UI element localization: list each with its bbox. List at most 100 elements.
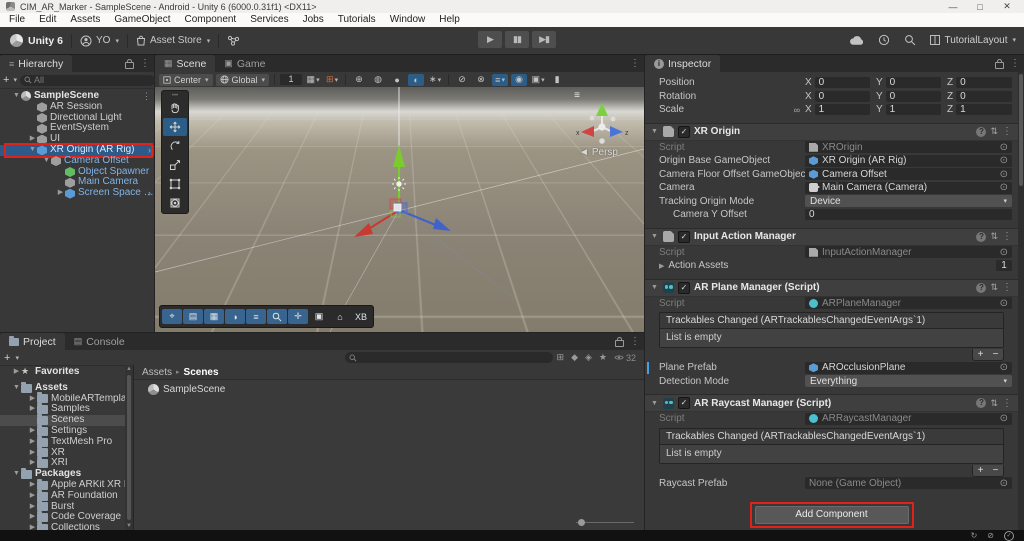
project-tree-item[interactable]: ▶ Apple ARKit XR Plugin bbox=[0, 478, 133, 491]
camera-field[interactable]: Main Camera (Camera) ⊙ bbox=[805, 181, 1012, 194]
project-tree-item[interactable]: ▶ XRI bbox=[0, 457, 133, 469]
tab-hierarchy[interactable]: ≡ Hierarchy bbox=[0, 55, 73, 72]
hierarchy-item[interactable]: ▼ XR Origin (AR Rig) › bbox=[0, 143, 154, 158]
layout-dropdown[interactable]: TutorialLayout ▾ bbox=[930, 35, 1016, 46]
hierarchy-item[interactable]: EventSystem bbox=[0, 123, 154, 134]
nav-arrow-icon[interactable]: › bbox=[148, 145, 151, 156]
ar-raycast-manager-header[interactable]: ▼ ✓ AR Raycast Manager (Script) ? ⇅ ⋮ bbox=[645, 394, 1018, 412]
position-y-field[interactable]: 0 bbox=[885, 77, 941, 89]
scale-y-field[interactable]: 1 bbox=[885, 104, 941, 116]
foldout-icon[interactable]: ▼ bbox=[651, 233, 659, 240]
tool-handle-rotation-dropdown[interactable]: Global ▾ bbox=[215, 73, 270, 86]
shaded-wireframe-icon[interactable]: ⊕ bbox=[351, 74, 367, 86]
component-enabled-checkbox[interactable]: ✓ bbox=[678, 230, 690, 243]
project-search[interactable] bbox=[344, 351, 553, 364]
remove-event-button[interactable]: − bbox=[988, 465, 1003, 476]
menu-item[interactable]: Edit bbox=[32, 13, 63, 27]
foldout-icon[interactable]: ▶ bbox=[28, 437, 37, 448]
shaded-mode-icon[interactable]: ● bbox=[389, 74, 405, 86]
menu-item[interactable]: Jobs bbox=[296, 13, 331, 27]
presets-icon[interactable]: ⇅ bbox=[990, 126, 998, 137]
xr-build-button[interactable]: XB bbox=[351, 309, 371, 324]
scale-z-field[interactable]: 1 bbox=[956, 104, 1012, 116]
object-picker-icon[interactable]: ⊙ bbox=[1000, 362, 1008, 373]
project-tree-item[interactable]: ▶ MobileARTemplateAssets bbox=[0, 392, 133, 405]
foldout-icon[interactable]: ▼ bbox=[651, 400, 659, 407]
object-picker-icon[interactable]: ⊙ bbox=[1000, 169, 1008, 180]
scale-tool-button[interactable] bbox=[163, 156, 187, 174]
tab-project[interactable]: Project bbox=[0, 333, 65, 350]
nav-arrow-icon[interactable]: ⋮ bbox=[142, 91, 151, 102]
foldout-icon[interactable]: ▶ bbox=[28, 502, 37, 513]
project-tree-item[interactable]: ▶ TextMesh Pro bbox=[0, 435, 133, 448]
transform-tool-button[interactable] bbox=[163, 194, 187, 212]
tracking-origin-mode-dropdown[interactable]: Device ▾ bbox=[805, 195, 1012, 208]
foldout-icon[interactable]: ▼ bbox=[12, 383, 21, 394]
asset-zoom-slider[interactable] bbox=[576, 518, 634, 527]
help-icon[interactable]: ? bbox=[976, 282, 987, 293]
foldout-icon[interactable]: ▶ bbox=[28, 480, 37, 491]
origin-base-field[interactable]: XR Origin (AR Rig) ⊙ bbox=[805, 154, 1012, 167]
hierarchy-item[interactable]: Main Camera bbox=[0, 177, 154, 188]
help-icon[interactable]: ? bbox=[976, 231, 987, 242]
project-tree-item[interactable]: ▶ AR Foundation bbox=[0, 489, 133, 502]
hierarchy-item[interactable]: ▶ UI bbox=[0, 134, 154, 145]
history-icon[interactable] bbox=[878, 34, 890, 46]
play-button[interactable]: ▶ bbox=[478, 31, 502, 48]
object-picker-icon[interactable]: ⊙ bbox=[1000, 247, 1008, 258]
ar-plane-manager-header[interactable]: ▼ ✓ AR Plane Manager (Script) ? ⇅ ⋮ bbox=[645, 278, 1018, 297]
menu-item[interactable]: Tutorials bbox=[331, 13, 383, 27]
help-icon[interactable]: ? bbox=[976, 398, 987, 408]
gizmos-toggle-icon[interactable]: ▮ bbox=[549, 74, 565, 86]
remove-event-button[interactable]: − bbox=[988, 349, 1003, 360]
foldout-icon[interactable]: ▼ bbox=[12, 469, 21, 480]
scene-visibility-icon[interactable]: ◉ bbox=[511, 73, 528, 86]
foldout-icon[interactable]: ▶ bbox=[28, 134, 37, 145]
tool-handle-position-dropdown[interactable]: Center ▾ bbox=[159, 73, 213, 86]
input-action-manager-header[interactable]: ▼ ✓ Input Action Manager ? ⇅ ⋮ bbox=[645, 227, 1018, 246]
project-tree-item[interactable]: ▶ Burst bbox=[0, 500, 133, 513]
search-by-type-icon[interactable]: ◆ bbox=[571, 352, 578, 363]
maximize-button[interactable]: □ bbox=[969, 2, 991, 12]
action-assets-count-field[interactable]: 1 bbox=[996, 260, 1012, 272]
tree-scrollbar[interactable]: ▲ ▼ bbox=[125, 365, 133, 530]
add-event-button[interactable]: + bbox=[973, 465, 988, 476]
hierarchy-item[interactable]: Object Spawner bbox=[0, 167, 154, 178]
kebab-menu-icon[interactable]: ⋮ bbox=[1002, 126, 1012, 137]
project-tree-item[interactable]: ▼ Packages bbox=[0, 468, 133, 480]
object-picker-icon[interactable]: ⊙ bbox=[1000, 142, 1008, 153]
project-tree-item[interactable]: ▶ XR bbox=[0, 446, 133, 459]
asset-store-button[interactable]: Asset Store ▾ bbox=[136, 35, 210, 46]
hierarchy-item[interactable]: ▼ SampleScene ⋮ bbox=[0, 91, 154, 102]
rotate-tool-button[interactable] bbox=[163, 137, 187, 155]
lock-icon[interactable] bbox=[615, 336, 624, 347]
kebab-menu-icon[interactable]: ⋮ bbox=[1002, 398, 1012, 409]
breadcrumb-current[interactable]: Scenes bbox=[184, 367, 219, 378]
position-z-field[interactable]: 0 bbox=[956, 77, 1012, 89]
script-field[interactable]: InputActionManager ⊙ bbox=[805, 246, 1012, 259]
foldout-icon[interactable]: ▼ bbox=[28, 145, 37, 156]
script-field[interactable]: XROrigin ⊙ bbox=[805, 141, 1012, 154]
home-icon[interactable]: ⌂ bbox=[330, 309, 350, 324]
component-enabled-checkbox[interactable]: ✓ bbox=[678, 281, 690, 294]
foldout-icon[interactable]: ▶ bbox=[28, 404, 37, 415]
menu-item[interactable]: GameObject bbox=[107, 13, 177, 27]
asset-item-samplescene[interactable]: SampleScene bbox=[148, 384, 644, 395]
perspective-label[interactable]: ◄ Persp bbox=[579, 147, 618, 158]
object-picker-icon[interactable]: ⊙ bbox=[1000, 155, 1008, 166]
menu-item[interactable]: Window bbox=[383, 13, 433, 27]
menu-item[interactable]: Services bbox=[243, 13, 295, 27]
project-tree-item[interactable]: ▶ Code Coverage bbox=[0, 511, 133, 523]
project-tree-item[interactable]: Scenes bbox=[0, 414, 133, 426]
rotate-view-icon[interactable]: ◑ bbox=[225, 309, 245, 324]
kebab-menu-icon[interactable]: ⋮ bbox=[630, 58, 640, 69]
foldout-icon[interactable]: ▶ bbox=[28, 512, 37, 523]
project-tree-item[interactable]: ▶ Collections bbox=[0, 522, 133, 530]
foldout-icon[interactable]: ▶ bbox=[28, 448, 37, 459]
cloud-icon[interactable] bbox=[849, 35, 864, 46]
create-button[interactable]: + bbox=[4, 352, 10, 363]
kebab-menu-icon[interactable]: ⋮ bbox=[1002, 282, 1012, 293]
pause-button[interactable]: ▮▮ bbox=[505, 31, 529, 48]
object-picker-icon[interactable]: ⊙ bbox=[1000, 182, 1008, 193]
hierarchy-item[interactable]: ▶ Screen Space Ray Ir › bbox=[0, 188, 154, 199]
